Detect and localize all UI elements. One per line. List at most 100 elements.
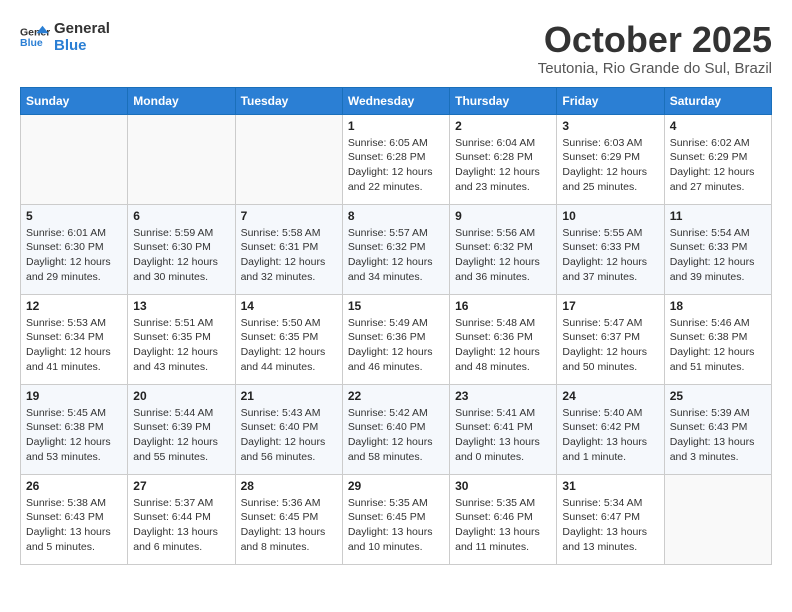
- day-info: Sunrise: 5:36 AMSunset: 6:45 PMDaylight:…: [241, 496, 337, 555]
- day-info: Sunrise: 5:59 AMSunset: 6:30 PMDaylight:…: [133, 226, 229, 285]
- week-row-5: 26Sunrise: 5:38 AMSunset: 6:43 PMDayligh…: [21, 474, 772, 564]
- calendar-cell: 17Sunrise: 5:47 AMSunset: 6:37 PMDayligh…: [557, 294, 664, 384]
- header-day-tuesday: Tuesday: [235, 87, 342, 114]
- logo-line1: General: [54, 20, 110, 37]
- calendar-cell: 20Sunrise: 5:44 AMSunset: 6:39 PMDayligh…: [128, 384, 235, 474]
- day-info: Sunrise: 5:42 AMSunset: 6:40 PMDaylight:…: [348, 406, 444, 465]
- day-number: 19: [26, 389, 122, 403]
- calendar-cell: [235, 114, 342, 204]
- day-number: 15: [348, 299, 444, 313]
- calendar-cell: 16 Sunrise: 5:48 AMSunset: 6:36 PMDayligh…: [450, 294, 557, 384]
- day-info: Sunrise: 5:50 AMSunset: 6:35 PMDaylight:…: [241, 316, 337, 375]
- day-info: Sunrise: 5:35 AMSunset: 6:45 PMDaylight:…: [348, 496, 444, 555]
- calendar-cell: 26Sunrise: 5:38 AMSunset: 6:43 PMDayligh…: [21, 474, 128, 564]
- calendar-cell: 10 Sunrise: 5:55 AMSunset: 6:33 PMDayligh…: [557, 204, 664, 294]
- day-number: 25: [670, 389, 766, 403]
- day-number: 16: [455, 299, 551, 313]
- calendar-cell: 19 Sunrise: 5:45 AMSunset: 6:38 PMDayligh…: [21, 384, 128, 474]
- header-day-wednesday: Wednesday: [342, 87, 449, 114]
- calendar-cell: 24Sunrise: 5:40 AMSunset: 6:42 PMDayligh…: [557, 384, 664, 474]
- day-info: Sunrise: 5:48 AMSunset: 6:36 PMDaylight:…: [455, 316, 551, 375]
- logo-icon: General Blue: [20, 22, 50, 52]
- day-info: Sunrise: 5:46 AMSunset: 6:38 PMDaylight:…: [670, 316, 766, 375]
- header-day-sunday: Sunday: [21, 87, 128, 114]
- calendar-cell: 5 Sunrise: 6:01 AMSunset: 6:30 PMDaylight…: [21, 204, 128, 294]
- day-number: 11: [670, 209, 766, 223]
- day-info: Sunrise: 5:49 AMSunset: 6:36 PMDaylight:…: [348, 316, 444, 375]
- day-number: 10: [562, 209, 658, 223]
- day-number: 18: [670, 299, 766, 313]
- calendar-cell: 9 Sunrise: 5:56 AMSunset: 6:32 PMDaylight…: [450, 204, 557, 294]
- day-info: Sunrise: 5:39 AMSunset: 6:43 PMDaylight:…: [670, 406, 766, 465]
- calendar-cell: 29 Sunrise: 5:35 AMSunset: 6:45 PMDayligh…: [342, 474, 449, 564]
- day-info: Sunrise: 5:34 AMSunset: 6:47 PMDaylight:…: [562, 496, 658, 555]
- calendar-cell: 11Sunrise: 5:54 AMSunset: 6:33 PMDayligh…: [664, 204, 771, 294]
- calendar-cell: 6 Sunrise: 5:59 AMSunset: 6:30 PMDaylight…: [128, 204, 235, 294]
- day-number: 31: [562, 479, 658, 493]
- day-number: 6: [133, 209, 229, 223]
- header-day-thursday: Thursday: [450, 87, 557, 114]
- calendar-cell: 23 Sunrise: 5:41 AMSunset: 6:41 PMDayligh…: [450, 384, 557, 474]
- day-info: Sunrise: 5:47 AMSunset: 6:37 PMDaylight:…: [562, 316, 658, 375]
- logo: General Blue General Blue: [20, 20, 110, 54]
- calendar-cell: 31 Sunrise: 5:34 AMSunset: 6:47 PMDayligh…: [557, 474, 664, 564]
- header-row: SundayMondayTuesdayWednesdayThursdayFrid…: [21, 87, 772, 114]
- day-info: Sunrise: 5:58 AMSunset: 6:31 PMDaylight:…: [241, 226, 337, 285]
- calendar-cell: 13Sunrise: 5:51 AMSunset: 6:35 PMDayligh…: [128, 294, 235, 384]
- calendar-cell: 3Sunrise: 6:03 AMSunset: 6:29 PMDaylight…: [557, 114, 664, 204]
- day-info: Sunrise: 5:56 AMSunset: 6:32 PMDaylight:…: [455, 226, 551, 285]
- day-info: Sunrise: 5:38 AMSunset: 6:43 PMDaylight:…: [26, 496, 122, 555]
- calendar-cell: 21 Sunrise: 5:43 AMSunset: 6:40 PMDayligh…: [235, 384, 342, 474]
- header-day-monday: Monday: [128, 87, 235, 114]
- day-number: 5: [26, 209, 122, 223]
- week-row-4: 19 Sunrise: 5:45 AMSunset: 6:38 PMDayligh…: [21, 384, 772, 474]
- day-info: Sunrise: 5:43 AMSunset: 6:40 PMDaylight:…: [241, 406, 337, 465]
- day-number: 27: [133, 479, 229, 493]
- calendar-cell: [128, 114, 235, 204]
- calendar-table: SundayMondayTuesdayWednesdayThursdayFrid…: [20, 87, 772, 565]
- day-info: Sunrise: 6:04 AMSunset: 6:28 PMDaylight:…: [455, 136, 551, 195]
- calendar-cell: 18 Sunrise: 5:46 AMSunset: 6:38 PMDayligh…: [664, 294, 771, 384]
- day-number: 21: [241, 389, 337, 403]
- calendar-cell: 15 Sunrise: 5:49 AMSunset: 6:36 PMDayligh…: [342, 294, 449, 384]
- day-number: 24: [562, 389, 658, 403]
- day-number: 7: [241, 209, 337, 223]
- logo-line2: Blue: [54, 37, 110, 54]
- calendar-cell: 2 Sunrise: 6:04 AMSunset: 6:28 PMDaylight…: [450, 114, 557, 204]
- day-number: 20: [133, 389, 229, 403]
- day-number: 23: [455, 389, 551, 403]
- day-info: Sunrise: 5:57 AMSunset: 6:32 PMDaylight:…: [348, 226, 444, 285]
- location: Teutonia, Rio Grande do Sul, Brazil: [538, 60, 772, 77]
- day-number: 29: [348, 479, 444, 493]
- calendar-cell: 1Sunrise: 6:05 AMSunset: 6:28 PMDaylight…: [342, 114, 449, 204]
- day-number: 1: [348, 119, 444, 133]
- day-number: 2: [455, 119, 551, 133]
- header-day-friday: Friday: [557, 87, 664, 114]
- day-number: 30: [455, 479, 551, 493]
- month-title: October 2025: [538, 20, 772, 60]
- calendar-cell: 28 Sunrise: 5:36 AMSunset: 6:45 PMDayligh…: [235, 474, 342, 564]
- day-number: 9: [455, 209, 551, 223]
- calendar-cell: [21, 114, 128, 204]
- day-number: 4: [670, 119, 766, 133]
- day-number: 14: [241, 299, 337, 313]
- day-info: Sunrise: 5:35 AMSunset: 6:46 PMDaylight:…: [455, 496, 551, 555]
- svg-text:Blue: Blue: [20, 37, 43, 49]
- day-number: 3: [562, 119, 658, 133]
- page-header: General Blue General Blue October 2025 T…: [20, 20, 772, 77]
- calendar-cell: 25 Sunrise: 5:39 AMSunset: 6:43 PMDayligh…: [664, 384, 771, 474]
- calendar-cell: 7 Sunrise: 5:58 AMSunset: 6:31 PMDaylight…: [235, 204, 342, 294]
- calendar-body: 1Sunrise: 6:05 AMSunset: 6:28 PMDaylight…: [21, 114, 772, 564]
- calendar-cell: 14 Sunrise: 5:50 AMSunset: 6:35 PMDayligh…: [235, 294, 342, 384]
- day-info: Sunrise: 5:53 AMSunset: 6:34 PMDaylight:…: [26, 316, 122, 375]
- day-number: 28: [241, 479, 337, 493]
- day-info: Sunrise: 6:01 AMSunset: 6:30 PMDaylight:…: [26, 226, 122, 285]
- day-info: Sunrise: 5:55 AMSunset: 6:33 PMDaylight:…: [562, 226, 658, 285]
- calendar-header: SundayMondayTuesdayWednesdayThursdayFrid…: [21, 87, 772, 114]
- calendar-cell: 27Sunrise: 5:37 AMSunset: 6:44 PMDayligh…: [128, 474, 235, 564]
- calendar-cell: 12Sunrise: 5:53 AMSunset: 6:34 PMDayligh…: [21, 294, 128, 384]
- title-block: October 2025 Teutonia, Rio Grande do Sul…: [538, 20, 772, 77]
- day-info: Sunrise: 5:45 AMSunset: 6:38 PMDaylight:…: [26, 406, 122, 465]
- calendar-cell: 4Sunrise: 6:02 AMSunset: 6:29 PMDaylight…: [664, 114, 771, 204]
- day-info: Sunrise: 5:41 AMSunset: 6:41 PMDaylight:…: [455, 406, 551, 465]
